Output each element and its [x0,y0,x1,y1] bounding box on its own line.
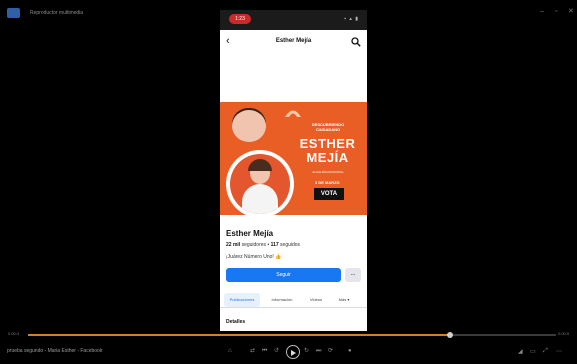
seek-track[interactable] [28,334,556,336]
followers-row[interactable]: 22 mil seguidores • 117 seguidos [226,242,300,248]
cover-tagline: ALCALDÍA MUNICIPAL [312,170,344,174]
campaign-emblem-icon [285,110,301,117]
video-title: prueba segundo - Maria Esther - Facebook [7,348,103,354]
cover-candidate-name: ESTHER MEJÍA [299,136,356,165]
tab-publicaciones[interactable]: Publicaciones [224,293,260,307]
maximize-button[interactable]: ▫ [555,8,557,16]
profile-tabs: Publicaciones Información Videos Más ▾ [220,293,367,308]
profile-picture-body [242,184,278,214]
cast-icon[interactable]: ▭ [530,348,536,355]
tab-informacion[interactable]: Información [264,293,300,307]
previous-icon[interactable]: ⏮ [262,347,267,355]
shuffle-icon[interactable]: ⇄ [250,347,255,355]
more-options-button[interactable]: ... [345,268,361,282]
status-bar: 1:23 ▪ ▴ ▮ [220,10,367,30]
cover-person-image [232,110,266,142]
seek-bar: 0:00:3 0:00:5 [0,328,577,340]
more-menu-icon[interactable]: ⋯ [556,348,562,355]
minimize-button[interactable]: – [540,8,544,16]
tab-videos[interactable]: Videos [304,293,328,307]
followers-label: seguidores [241,242,267,248]
recording-indicator: 1:23 [229,14,251,24]
player-controls: prueba segundo - Maria Esther - Facebook… [0,342,577,361]
header-title: Esther Mejía [275,38,312,44]
seek-handle[interactable] [447,332,454,338]
follow-button[interactable]: Seguir [226,268,341,282]
profile-header: ‹ Esther Mejía [220,32,367,52]
search-icon[interactable] [351,37,361,47]
repeat-icon[interactable]: ⟳ [328,347,333,355]
profile-picture-hair [248,159,272,171]
app-title: Reproductor multimedia [30,10,84,16]
fullscreen-icon[interactable]: ⤢ [543,348,548,355]
media-player-icon [7,8,20,18]
volume-icon[interactable]: ◢ [518,348,523,355]
following-label: seguidos [280,242,301,248]
forward-icon[interactable]: ↻ [304,347,309,355]
cover-date: 3 DE MARZO [315,180,340,185]
avatar-icon: ● [348,348,352,354]
tab-mas[interactable]: Más ▾ [332,293,356,307]
profile-bio: ¡Juárez Número Uno! 👍 [226,254,282,260]
home-icon[interactable]: ⌂ [228,347,232,355]
play-icon [291,350,296,356]
details-heading: Detalles [226,319,246,325]
followers-count: 22 mil [226,242,241,248]
close-button[interactable]: ✕ [568,8,574,16]
rewind-icon[interactable]: ↺ [274,347,279,355]
play-pause-button[interactable] [286,345,300,359]
profile-name: Esther Mejía [226,229,274,238]
vota-badge: VOTA [314,188,344,200]
cover-top-text: DESCUBRIENDO CIUDADANO [311,122,345,132]
elapsed-time: 0:00:3 [8,331,20,336]
profile-picture[interactable] [226,150,294,218]
following-count: 117 [270,242,279,248]
phone-screen: 1:23 ▪ ▴ ▮ ‹ Esther Mejía DESCUBRIENDO C… [220,10,367,331]
status-icons: ▪ ▴ ▮ [344,16,359,22]
remaining-time: 0:00:5 [558,331,570,336]
seek-progress-fill [28,334,451,336]
next-icon[interactable]: ⏭ [316,347,321,355]
profile-picture-image [230,154,290,214]
